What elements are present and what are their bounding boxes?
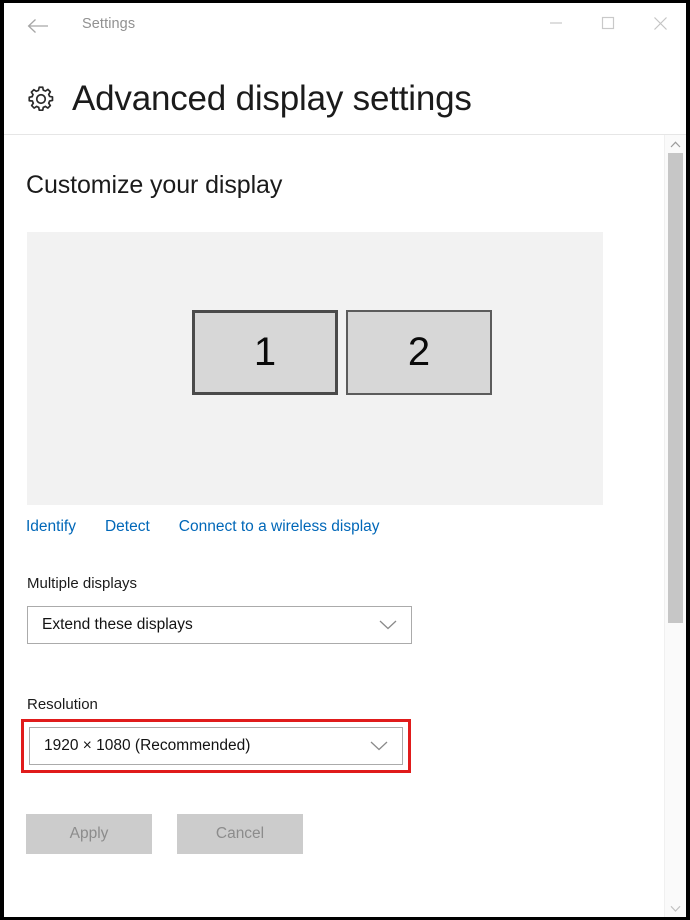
- display-action-links: Identify Detect Connect to a wireless di…: [26, 518, 380, 536]
- monitor-2-label: 2: [407, 330, 431, 374]
- multiple-displays-value: Extend these displays: [42, 616, 193, 633]
- maximize-button[interactable]: [582, 3, 634, 43]
- monitor-1-label: 1: [253, 330, 277, 374]
- resolution-label: Resolution: [27, 696, 98, 713]
- multiple-displays-label: Multiple displays: [27, 575, 138, 592]
- cancel-button-label: Cancel: [215, 825, 265, 842]
- scroll-down-button[interactable]: [665, 899, 686, 917]
- apply-button[interactable]: Apply: [26, 814, 152, 854]
- back-arrow-icon: [27, 19, 48, 33]
- resolution-value: 1920 × 1080 (Recommended): [44, 737, 251, 754]
- gear-icon: [24, 82, 58, 116]
- chevron-down-icon: [670, 905, 681, 912]
- gear-icon-glyph: [28, 86, 54, 112]
- scrollbar-thumb[interactable]: [668, 153, 683, 623]
- identify-link[interactable]: Identify: [26, 518, 76, 536]
- connect-wireless-display-link[interactable]: Connect to a wireless display: [179, 518, 380, 536]
- window-title: Settings: [82, 16, 136, 32]
- settings-window: Settings Advanced display settings Custo…: [4, 3, 686, 917]
- resolution-dropdown[interactable]: 1920 × 1080 (Recommended): [29, 727, 403, 765]
- chevron-down-icon: [379, 620, 397, 631]
- section-heading: Customize your display: [26, 171, 283, 199]
- detect-link[interactable]: Detect: [105, 518, 150, 536]
- cancel-button[interactable]: Cancel: [177, 814, 303, 854]
- close-icon: [653, 16, 667, 30]
- page-title: Advanced display settings: [72, 79, 472, 118]
- maximize-icon: [601, 16, 615, 30]
- vertical-scrollbar[interactable]: [664, 135, 686, 917]
- close-button[interactable]: [634, 3, 686, 43]
- minimize-button[interactable]: [530, 3, 582, 43]
- chevron-up-icon: [670, 140, 681, 147]
- window-controls: [530, 3, 686, 43]
- monitor-1[interactable]: 1: [192, 310, 338, 395]
- scroll-up-button[interactable]: [665, 135, 686, 153]
- title-bar: Settings: [4, 3, 686, 50]
- page-header: Advanced display settings: [4, 65, 472, 133]
- multiple-displays-dropdown[interactable]: Extend these displays: [27, 606, 412, 644]
- back-button[interactable]: [18, 9, 58, 43]
- display-preview[interactable]: 1 2: [27, 232, 603, 505]
- chevron-down-icon: [370, 741, 388, 752]
- apply-button-label: Apply: [69, 825, 109, 842]
- content-pane: Customize your display 1 2 Identify Dete…: [4, 135, 664, 917]
- minimize-icon: [550, 22, 562, 24]
- monitor-2[interactable]: 2: [346, 310, 492, 395]
